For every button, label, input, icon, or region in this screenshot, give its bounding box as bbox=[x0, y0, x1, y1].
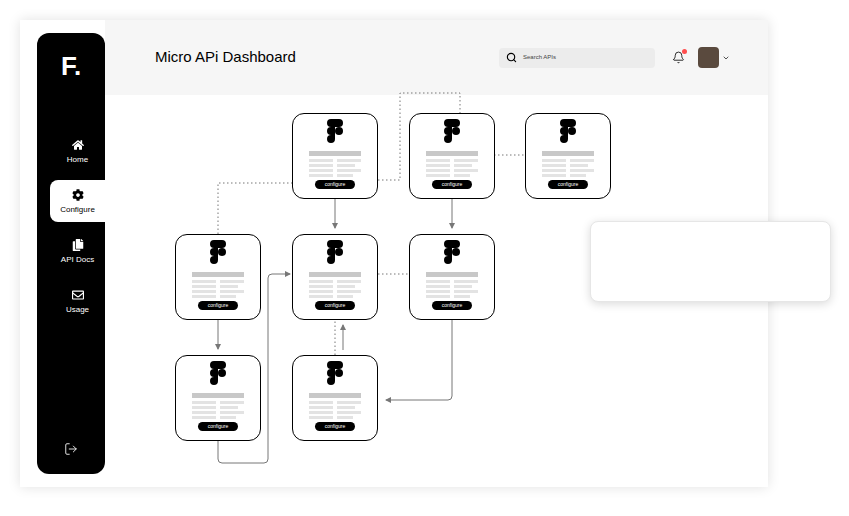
configure-button[interactable]: configure bbox=[315, 422, 355, 431]
sidebar-item[interactable]: Usage bbox=[50, 280, 105, 322]
search-icon bbox=[506, 52, 517, 63]
figma-logo-icon bbox=[444, 240, 460, 264]
search-field[interactable]: Search APIs bbox=[499, 48, 655, 68]
sidebar-item-icon bbox=[72, 139, 84, 151]
node-title-bar bbox=[192, 272, 244, 277]
node-title-bar bbox=[309, 272, 361, 277]
header: Micro APi Dashboard Search APIs bbox=[105, 20, 768, 95]
chevron-down-icon[interactable] bbox=[722, 54, 730, 62]
page: F. Home Configure API Docs Usage Micro APi Da… bbox=[0, 0, 849, 516]
node-lines bbox=[192, 280, 244, 298]
api-node[interactable]: configure bbox=[409, 234, 495, 320]
node-lines bbox=[309, 401, 361, 419]
configure-button[interactable]: configure bbox=[548, 180, 588, 189]
node-title-bar bbox=[192, 393, 244, 398]
api-node[interactable]: configure bbox=[409, 113, 495, 199]
configure-button[interactable]: configure bbox=[198, 422, 238, 431]
api-node[interactable]: configure bbox=[292, 113, 378, 199]
api-node[interactable]: configure bbox=[292, 234, 378, 320]
sidebar-item-icon bbox=[72, 189, 84, 201]
figma-logo-icon bbox=[444, 119, 460, 143]
api-node[interactable]: configure bbox=[292, 355, 378, 441]
sidebar-item[interactable]: Configure bbox=[50, 180, 105, 222]
node-title-bar bbox=[309, 393, 361, 398]
node-lines bbox=[192, 401, 244, 419]
api-node[interactable]: configure bbox=[175, 234, 261, 320]
configure-button[interactable]: configure bbox=[315, 180, 355, 189]
sidebar: F. Home Configure API Docs Usage bbox=[37, 33, 105, 474]
figma-logo-icon bbox=[560, 119, 576, 143]
sidebar-item[interactable]: Home bbox=[50, 130, 105, 172]
figma-logo-icon bbox=[327, 119, 343, 143]
figma-logo-icon bbox=[210, 361, 226, 385]
node-title-bar bbox=[309, 151, 361, 156]
node-title-bar bbox=[426, 151, 478, 156]
notification-badge bbox=[682, 49, 687, 54]
node-title-bar bbox=[426, 272, 478, 277]
figma-logo-icon bbox=[327, 361, 343, 385]
figma-logo-icon bbox=[327, 240, 343, 264]
sidebar-item[interactable]: API Docs bbox=[50, 230, 105, 272]
node-lines bbox=[542, 159, 594, 177]
api-node[interactable]: configure bbox=[175, 355, 261, 441]
configure-button[interactable]: configure bbox=[198, 301, 238, 310]
figma-logo-icon bbox=[210, 240, 226, 264]
configure-button[interactable]: configure bbox=[315, 301, 355, 310]
floating-card bbox=[590, 221, 831, 302]
node-title-bar bbox=[542, 151, 594, 156]
configure-button[interactable]: configure bbox=[432, 180, 472, 189]
logout-icon[interactable] bbox=[64, 442, 78, 456]
configure-button[interactable]: configure bbox=[432, 301, 472, 310]
avatar[interactable] bbox=[698, 47, 719, 68]
node-lines bbox=[309, 159, 361, 177]
sidebar-item-icon bbox=[72, 289, 84, 301]
node-lines bbox=[309, 280, 361, 298]
node-lines bbox=[426, 280, 478, 298]
node-lines bbox=[426, 159, 478, 177]
api-node[interactable]: configure bbox=[525, 113, 611, 199]
page-title: Micro APi Dashboard bbox=[155, 46, 296, 69]
sidebar-item-icon bbox=[72, 239, 84, 251]
logo[interactable]: F. bbox=[37, 33, 105, 99]
